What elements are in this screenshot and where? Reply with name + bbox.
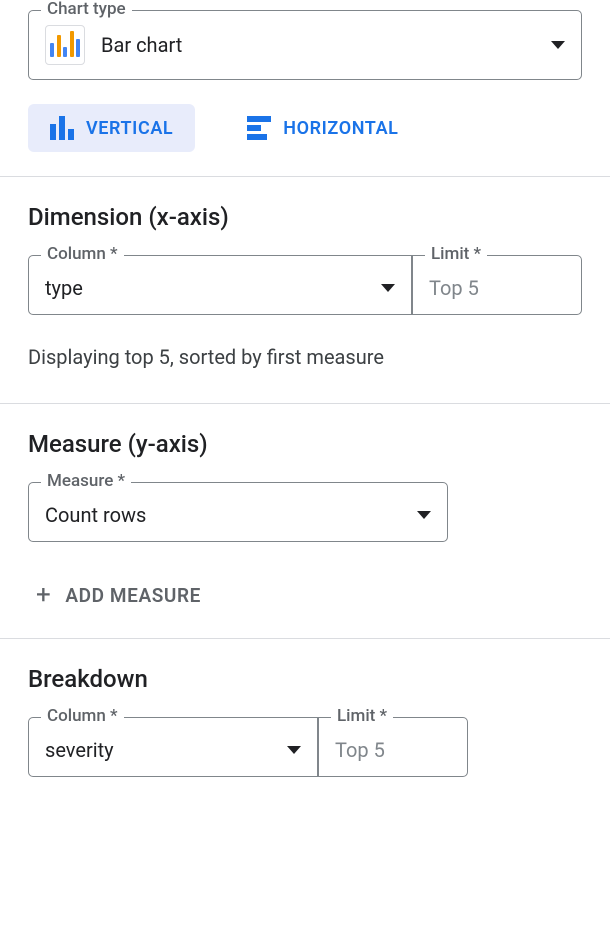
orientation-horizontal-label: HORIZONTAL [283, 118, 398, 139]
dimension-limit-input[interactable]: Limit * Top 5 [411, 256, 581, 314]
breakdown-title: Breakdown [28, 639, 582, 703]
breakdown-limit-value: Top 5 [335, 738, 451, 762]
measure-select[interactable]: Measure * Count rows [28, 482, 448, 542]
dimension-column-value: type [45, 276, 83, 300]
orientation-vertical-label: VERTICAL [86, 118, 173, 139]
breakdown-column-select[interactable]: Column * severity [29, 718, 317, 776]
chevron-down-icon [381, 284, 395, 292]
chevron-down-icon [417, 511, 431, 519]
breakdown-limit-input[interactable]: Limit * Top 5 [317, 718, 467, 776]
dimension-title: Dimension (x-axis) [28, 177, 582, 241]
add-measure-button[interactable]: + ADD MEASURE [28, 542, 582, 638]
breakdown-field-group: Column * severity Limit * Top 5 [28, 717, 468, 777]
chart-type-value: Bar chart [101, 33, 535, 57]
orientation-horizontal-button[interactable]: HORIZONTAL [225, 104, 420, 152]
measure-label: Measure * [41, 471, 131, 491]
chevron-down-icon [287, 746, 301, 754]
dimension-limit-value: Top 5 [429, 276, 565, 300]
breakdown-column-label: Column * [41, 706, 124, 726]
bar-chart-icon [45, 25, 85, 65]
add-measure-label: ADD MEASURE [65, 584, 201, 607]
chevron-down-icon [551, 41, 565, 49]
horizontal-bars-icon [247, 116, 271, 140]
vertical-bars-icon [50, 116, 74, 140]
breakdown-column-value: severity [45, 738, 114, 762]
breakdown-limit-label: Limit * [331, 706, 393, 726]
dimension-field-group: Column * type Limit * Top 5 [28, 255, 582, 315]
plus-icon: + [36, 582, 51, 608]
dimension-helper-text: Displaying top 5, sorted by first measur… [28, 315, 582, 403]
orientation-vertical-button[interactable]: VERTICAL [28, 104, 195, 152]
chart-type-legend: Chart type [41, 0, 132, 19]
chart-type-select[interactable]: Chart type Bar chart [28, 10, 582, 80]
measure-title: Measure (y-axis) [28, 404, 582, 468]
measure-value: Count rows [45, 503, 146, 527]
dimension-limit-label: Limit * [425, 244, 487, 264]
dimension-column-label: Column * [41, 244, 124, 264]
dimension-column-select[interactable]: Column * type [29, 256, 411, 314]
